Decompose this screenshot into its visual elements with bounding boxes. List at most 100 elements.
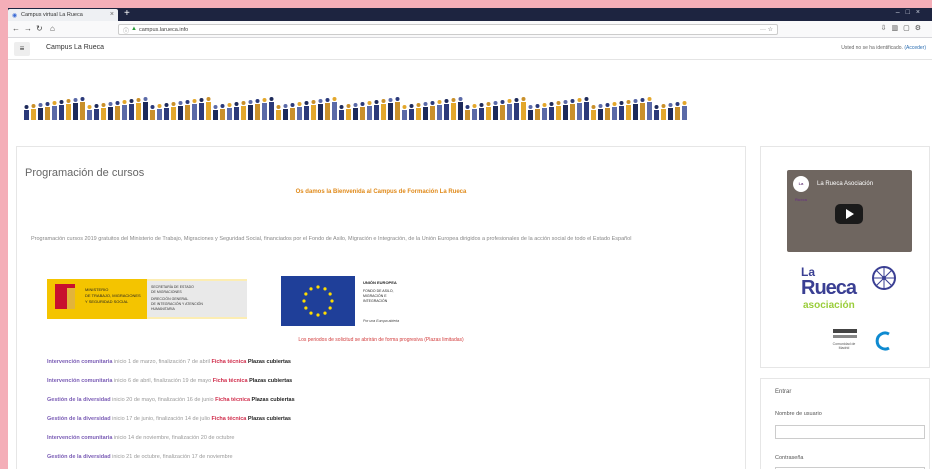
- play-button[interactable]: [835, 204, 863, 224]
- course-title-link[interactable]: Gestión de la diversidad: [47, 397, 111, 403]
- eu-star: [323, 311, 327, 315]
- banner-figure: [346, 109, 351, 120]
- course-dates: inicio 6 de abril, finalización 19 de ma…: [113, 378, 212, 384]
- banner-figure-head: [129, 99, 134, 103]
- course-item: Intervención comunitaria inicio 6 de abr…: [47, 378, 292, 384]
- banner-figure-head: [171, 102, 176, 106]
- course-dates: inicio 21 de octubre, finalización 17 de…: [112, 454, 233, 460]
- banner-figure-head: [500, 100, 505, 104]
- banner-figure: [164, 108, 169, 120]
- course-title-link[interactable]: Gestión de la diversidad: [47, 454, 111, 460]
- banner-figure-head: [661, 104, 666, 108]
- banner-figure: [437, 105, 442, 120]
- banner-figure: [101, 108, 106, 120]
- back-icon[interactable]: ←: [12, 24, 20, 33]
- banner-figure: [171, 107, 176, 120]
- browser-toolbar: ← → ↻ ⌂ ⓘ ▲ campus.larueca.info ··· ☆ ⇩▥…: [8, 21, 932, 38]
- ministerio-right-line: DE INTEGRACIÓN Y ATENCIÓN: [151, 301, 203, 306]
- banner-figure-head: [423, 102, 428, 106]
- banner-figure: [178, 106, 183, 120]
- banner-figure-head: [458, 97, 463, 101]
- banner-figure-head: [605, 103, 610, 107]
- intro-text: Programación cursos 2019 gratuitos del M…: [31, 236, 632, 242]
- banner-figure-head: [199, 98, 204, 102]
- course-ficha-link[interactable]: Ficha técnica: [211, 416, 246, 422]
- info-icon[interactable]: ⓘ: [123, 26, 129, 35]
- course-ficha-link[interactable]: Ficha técnica: [215, 397, 250, 403]
- banner-figure: [129, 104, 134, 120]
- banner-figure-head: [311, 100, 316, 104]
- banner-figure: [136, 103, 141, 120]
- main-content: Programación de cursos Os damos la Bienv…: [16, 146, 746, 469]
- banner-figure: [115, 106, 120, 120]
- banner-figure-head: [248, 100, 253, 104]
- banner-figure: [157, 109, 162, 120]
- banner-figure: [381, 104, 386, 120]
- reload-icon[interactable]: ↻: [36, 24, 43, 33]
- password-label: Contraseña: [775, 455, 804, 461]
- banner-figure: [185, 105, 190, 120]
- banner-figure-head: [227, 103, 232, 107]
- site-name[interactable]: Campus La Rueca: [46, 44, 104, 51]
- banner-figure-head: [52, 101, 57, 105]
- banner-figure-head: [206, 97, 211, 101]
- forward-icon[interactable]: →: [24, 24, 32, 33]
- page-actions-icon[interactable]: ··· ☆: [760, 26, 773, 33]
- eu-star: [316, 313, 320, 317]
- video-embed[interactable]: La Rueca La Rueca Asociación: [787, 170, 912, 252]
- course-title-link[interactable]: Gestión de la diversidad: [47, 416, 111, 422]
- banner-figure-head: [283, 104, 288, 108]
- banner-figure: [542, 108, 547, 120]
- url-bar[interactable]: ⓘ ▲ campus.larueca.info ··· ☆: [118, 24, 778, 35]
- course-ficha-link[interactable]: Ficha técnica: [211, 359, 246, 365]
- banner-figure: [73, 103, 78, 120]
- menu-toggle-button[interactable]: ≡: [14, 42, 30, 56]
- course-title-link[interactable]: Intervención comunitaria: [47, 378, 112, 384]
- banner-figure-head: [465, 105, 470, 109]
- banner-figure: [290, 108, 295, 120]
- banner-figure-head: [262, 98, 267, 102]
- eu-line: FONDO DE ASILO,: [363, 289, 394, 293]
- course-item: Gestión de la diversidad inicio 20 de ma…: [47, 397, 295, 403]
- sidebar-media-block: La Rueca La Rueca Asociación La Rueca as…: [760, 146, 930, 368]
- login-title: Entrar: [775, 389, 792, 395]
- banner-figure-head: [591, 105, 596, 109]
- banner-figure-head: [325, 98, 330, 102]
- banner-figure-head: [486, 102, 491, 106]
- banner-figure: [486, 107, 491, 120]
- banner-figure: [570, 104, 575, 120]
- new-tab-button[interactable]: +: [124, 8, 130, 19]
- ministerio-line: MINISTERIO: [85, 287, 108, 292]
- banner-figure-head: [185, 100, 190, 104]
- browser-tab[interactable]: ◉ Campus virtual La Rueca ×: [8, 9, 118, 21]
- course-title-link[interactable]: Intervención comunitaria: [47, 435, 112, 441]
- video-title[interactable]: La Rueca Asociación: [817, 181, 873, 187]
- close-icon[interactable]: ×: [110, 11, 114, 18]
- banner-figure-head: [549, 102, 554, 106]
- banner-figure: [199, 103, 204, 120]
- banner-figure-head: [73, 98, 78, 102]
- la-rueca-logo: La Rueca asociación: [801, 265, 897, 325]
- eu-star: [304, 306, 308, 310]
- globe-icon: ◉: [12, 13, 18, 19]
- banner-figure-head: [479, 103, 484, 107]
- toolbar-icons[interactable]: ⇩▥▢⚙: [881, 24, 926, 32]
- course-ficha-link[interactable]: Ficha técnica: [213, 378, 248, 384]
- banner-figure-head: [353, 103, 358, 107]
- course-title-link[interactable]: Intervención comunitaria: [47, 359, 112, 365]
- banner-figure: [143, 102, 148, 120]
- ministerio-line: DE TRABAJO, MIGRACIONES: [85, 293, 141, 298]
- eu-star: [328, 306, 332, 310]
- window-controls[interactable]: ‒□×: [896, 9, 926, 16]
- banner-figure: [269, 102, 274, 120]
- ministerio-right-line: DIRECCIÓN GENERAL: [151, 296, 188, 301]
- login-link[interactable]: (Acceder): [904, 45, 926, 51]
- banner-figure-head: [234, 102, 239, 106]
- banner-figure-head: [395, 97, 400, 101]
- username-input[interactable]: [775, 425, 925, 439]
- banner-figure: [500, 105, 505, 120]
- home-icon[interactable]: ⌂: [50, 24, 55, 33]
- banner-figure: [122, 105, 127, 120]
- banner-figure-head: [542, 103, 547, 107]
- partner-logo-text: Comunidad de Madrid: [832, 342, 856, 350]
